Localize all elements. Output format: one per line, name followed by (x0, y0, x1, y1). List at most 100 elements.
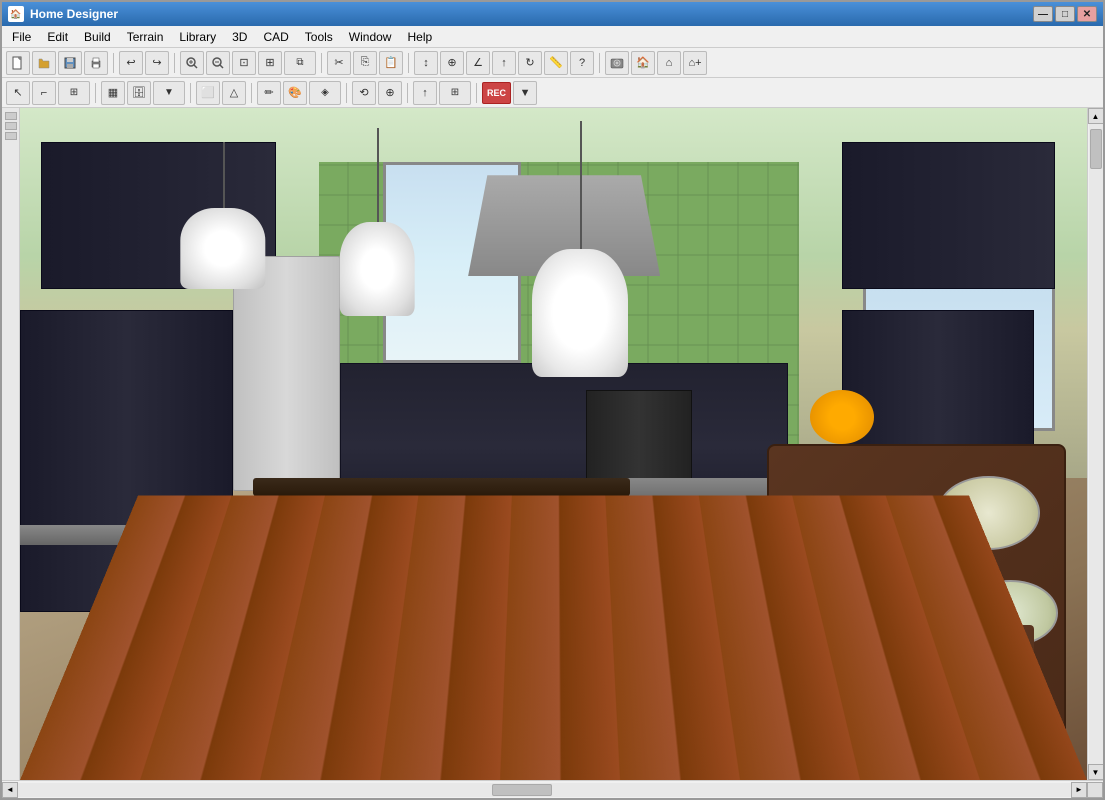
scroll-left-arrow[interactable]: ◄ (2, 782, 18, 798)
select-tool[interactable]: ↖ (6, 81, 30, 105)
undo-button[interactable]: ↩ (119, 51, 143, 75)
camera-walk-btn[interactable]: ⌂ (657, 51, 681, 75)
camera-fly-btn[interactable]: ⌂+ (683, 51, 707, 75)
left-ruler (2, 108, 20, 780)
zoom-in-button[interactable] (180, 51, 204, 75)
redo-button[interactable]: ↪ (145, 51, 169, 75)
scroll-thumb-vertical[interactable] (1090, 129, 1102, 169)
toolbar-1: ↩ ↪ ⊡ ⊞ ⧉ ✂ ⎘ 📋 ↕ ⊕ ∠ ↑ ↻ 📏 ? 🏠 ⌂ ⌂+ (2, 48, 1103, 78)
zoom-window-button[interactable]: ⧉ (284, 51, 316, 75)
menu-bar: File Edit Build Terrain Library 3D CAD T… (2, 26, 1103, 48)
cabinet-dropdown[interactable]: ▼ (153, 81, 185, 105)
ruler-mark (5, 122, 17, 130)
rotate-btn[interactable]: ↻ (518, 51, 542, 75)
minimize-button[interactable]: — (1033, 6, 1053, 22)
cut-button[interactable]: ✂ (327, 51, 351, 75)
camera-full-btn[interactable] (605, 51, 629, 75)
toolbar2-separator-4 (346, 83, 347, 103)
multiview-tool[interactable]: ⊞ (439, 81, 471, 105)
angle-btn[interactable]: ∠ (466, 51, 490, 75)
main-window: 🏠 Home Designer — □ ✕ File Edit Build Te… (0, 0, 1105, 800)
paint-tool[interactable]: ✏ (257, 81, 281, 105)
roof-tool[interactable]: △ (222, 81, 246, 105)
arrow-up-tool[interactable]: ↑ (413, 81, 437, 105)
scrollbar-corner (1087, 782, 1103, 798)
close-button[interactable]: ✕ (1077, 6, 1097, 22)
polyline-tool[interactable]: ⌐ (32, 81, 56, 105)
menu-item-terrain[interactable]: Terrain (119, 28, 172, 46)
up-arrow-btn[interactable]: ↑ (492, 51, 516, 75)
record-button[interactable]: REC (482, 82, 511, 104)
pendant-light-1 (180, 142, 265, 290)
menu-item-build[interactable]: Build (76, 28, 119, 46)
menu-item-file[interactable]: File (4, 28, 39, 46)
menu-item-cad[interactable]: CAD (255, 28, 296, 46)
floor-tool[interactable]: ⬜ (196, 81, 220, 105)
menu-item-help[interactable]: Help (399, 28, 440, 46)
toolbar-separator-4 (408, 53, 409, 73)
material-dropdown[interactable]: ◈ (309, 81, 341, 105)
island-countertop (253, 478, 630, 496)
title-bar-left: 🏠 Home Designer (8, 6, 118, 22)
scroll-thumb-horizontal[interactable] (492, 784, 552, 796)
transform-tool[interactable]: ⟲ (352, 81, 376, 105)
toolbar2-separator-2 (190, 83, 191, 103)
snap-btn[interactable]: ⊕ (440, 51, 464, 75)
title-bar: 🏠 Home Designer — □ ✕ (2, 2, 1103, 26)
save-button[interactable] (58, 51, 82, 75)
cabinet-tool[interactable]: 🗄 (127, 81, 151, 105)
window-title: Home Designer (30, 7, 118, 21)
pendant-light-3 (532, 121, 628, 376)
dimension-btn[interactable]: ↕ (414, 51, 438, 75)
horizontal-scrollbar: ◄ ► (2, 780, 1103, 798)
paste-button[interactable]: 📋 (379, 51, 403, 75)
ruler-mark (5, 132, 17, 140)
toolbar-separator-3 (321, 53, 322, 73)
open-button[interactable] (32, 51, 56, 75)
snap-pts-tool[interactable]: ⊕ (378, 81, 402, 105)
new-button[interactable] (6, 51, 30, 75)
measure-btn[interactable]: 📏 (544, 51, 568, 75)
fruit-bowl (810, 390, 874, 444)
menu-item-edit[interactable]: Edit (39, 28, 76, 46)
zoom-extents-button[interactable]: ⊞ (258, 51, 282, 75)
pendant-wire-2 (377, 128, 379, 231)
toolbar2-separator-5 (407, 83, 408, 103)
zoom-fit-button[interactable]: ⊡ (232, 51, 256, 75)
toolbar-separator-2 (174, 53, 175, 73)
toolbar2-separator-3 (251, 83, 252, 103)
maximize-button[interactable]: □ (1055, 6, 1075, 22)
upper-cabinet-right (842, 142, 1055, 290)
texture-tool[interactable]: 🎨 (283, 81, 307, 105)
scroll-track-vertical[interactable] (1089, 124, 1103, 764)
menu-item-3d[interactable]: 3D (224, 28, 255, 46)
scroll-down-arrow[interactable]: ▼ (1088, 764, 1104, 780)
toolbar-separator-5 (599, 53, 600, 73)
viewport-canvas[interactable] (20, 108, 1087, 780)
refrigerator (233, 256, 340, 491)
main-area: ▲ ▼ (2, 108, 1103, 780)
scroll-up-arrow[interactable]: ▲ (1088, 108, 1104, 124)
pendant-light-2 (340, 128, 415, 316)
copy-button[interactable]: ⎘ (353, 51, 377, 75)
menu-item-window[interactable]: Window (341, 28, 400, 46)
app-icon: 🏠 (8, 6, 24, 22)
3d-scene (20, 108, 1087, 780)
wall-tool[interactable]: ▦ (101, 81, 125, 105)
zoom-out-button[interactable] (206, 51, 230, 75)
menu-item-library[interactable]: Library (171, 28, 224, 46)
camera-view-btn[interactable]: 🏠 (631, 51, 655, 75)
toolbar2-separator-1 (95, 83, 96, 103)
floor (20, 495, 1087, 780)
print-button[interactable] (84, 51, 108, 75)
pendant-shade-3 (532, 249, 628, 377)
scroll-right-arrow[interactable]: ► (1071, 782, 1087, 798)
toolbar-2: ↖ ⌐ ⊞ ▦ 🗄 ▼ ⬜ △ ✏ 🎨 ◈ ⟲ ⊕ ↑ ⊞ REC ▼ (2, 78, 1103, 108)
rec-dropdown[interactable]: ▼ (513, 81, 537, 105)
snap-tool[interactable]: ⊞ (58, 81, 90, 105)
scroll-track-horizontal[interactable] (18, 783, 1071, 797)
help-btn[interactable]: ? (570, 51, 594, 75)
menu-item-tools[interactable]: Tools (297, 28, 341, 46)
pendant-shade-1 (180, 208, 265, 289)
pendant-shade-2 (340, 222, 415, 316)
